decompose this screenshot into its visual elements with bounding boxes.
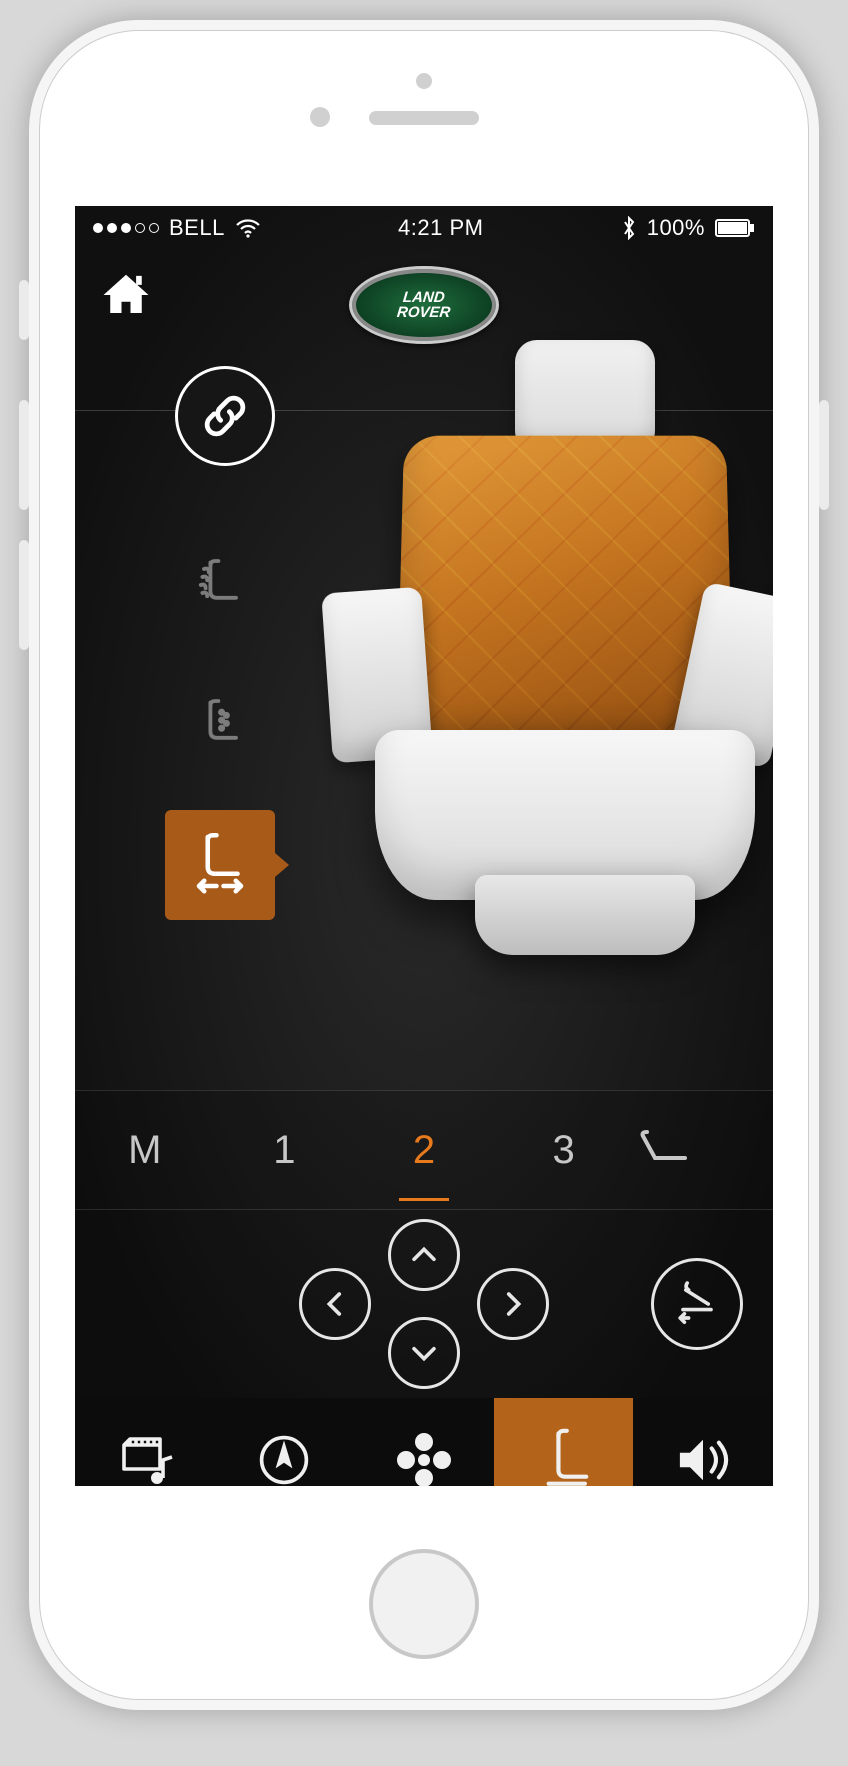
nav-climate-button[interactable] [354, 1398, 494, 1486]
seat-mode-lumbar-button[interactable] [165, 670, 275, 780]
dpad [299, 1219, 549, 1389]
dpad-left-button[interactable] [299, 1268, 371, 1340]
preset-1-button[interactable]: 1 [215, 1128, 355, 1173]
phone-speaker [369, 111, 479, 125]
dpad-up-button[interactable] [388, 1219, 460, 1291]
preset-3-button[interactable]: 3 [494, 1128, 634, 1173]
nav-navigation-button[interactable] [215, 1398, 355, 1486]
seat-recline-button[interactable] [633, 1128, 773, 1172]
seat-view [75, 360, 773, 1090]
seat-mode-massage-button[interactable] [165, 530, 275, 640]
bottom-nav [75, 1398, 773, 1486]
phone-side-button [19, 280, 29, 340]
seat-mode-position-button[interactable] [165, 810, 275, 920]
battery-pct-label: 100% [647, 215, 705, 241]
phone-sensor [416, 73, 432, 89]
preset-2-button[interactable]: 2 [354, 1128, 494, 1173]
battery-icon [715, 219, 755, 237]
logo-line2: ROVER [397, 305, 452, 320]
dpad-down-button[interactable] [388, 1317, 460, 1389]
phone-side-button [19, 400, 29, 510]
logo-line1: LAND [402, 290, 445, 305]
dpad-right-button[interactable] [477, 1268, 549, 1340]
memory-button[interactable]: M [75, 1128, 215, 1173]
home-button[interactable] [99, 268, 153, 322]
app-screen: BELL 4:21 PM 100% [75, 206, 773, 1486]
link-seats-button[interactable] [175, 366, 275, 466]
seat-illustration [335, 330, 773, 1000]
status-bar: BELL 4:21 PM 100% [75, 206, 773, 250]
wifi-icon [235, 218, 261, 238]
nav-seats-button[interactable] [494, 1398, 634, 1486]
phone-bezel: BELL 4:21 PM 100% [39, 30, 809, 1700]
signal-dots-icon [93, 223, 159, 233]
carrier-label: BELL [169, 215, 225, 241]
dpad-panel [75, 1210, 773, 1398]
phone-camera [310, 107, 330, 127]
nav-audio-button[interactable] [633, 1398, 773, 1486]
seat-mode-list [165, 530, 275, 920]
phone-home-button[interactable] [369, 1549, 479, 1659]
phone-side-button [819, 400, 829, 510]
seat-stow-button[interactable] [651, 1258, 743, 1350]
memory-preset-row: M 1 2 3 [75, 1090, 773, 1210]
phone-frame: BELL 4:21 PM 100% [29, 20, 819, 1710]
bluetooth-icon [621, 216, 637, 240]
seat-footrest [475, 875, 695, 955]
phone-side-button [19, 540, 29, 650]
nav-media-button[interactable] [75, 1398, 215, 1486]
clock-label: 4:21 PM [398, 215, 483, 241]
